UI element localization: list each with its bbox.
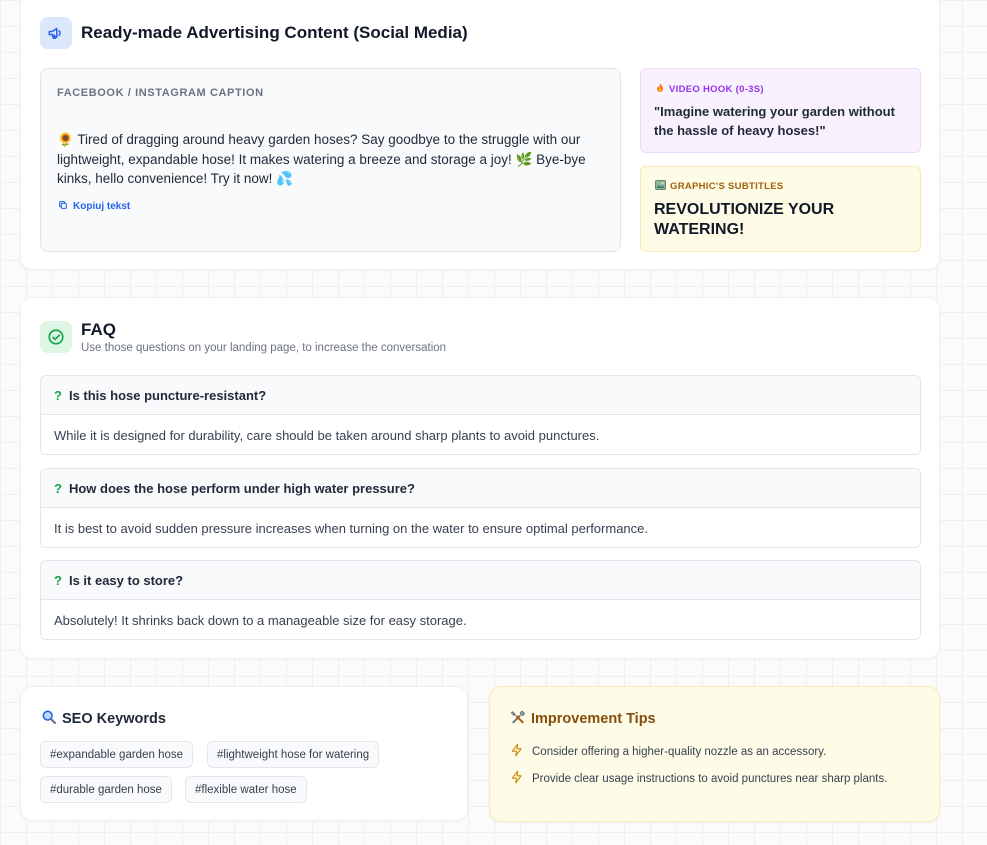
seo-keywords-card: SEO Keywords #expandable garden hose #li… [20, 686, 468, 821]
faq-question: Is this hose puncture-resistant? [68, 387, 267, 403]
picture-icon [655, 180, 666, 193]
keyword-tag[interactable]: #lightweight hose for watering [207, 741, 380, 768]
keyword-tag[interactable]: #durable garden hose [40, 776, 172, 803]
tips-title: Improvement Tips [531, 711, 656, 727]
faq-item[interactable]: ? Is it easy to store? Absolutely! It sh… [40, 560, 921, 640]
faq-question-row: ? Is it easy to store? [41, 561, 920, 600]
faq-subtitle: Use those questions on your landing page… [81, 342, 447, 354]
caption-text: 🌻 Tired of dragging around heavy garden … [57, 132, 586, 186]
faq-question-row: ? How does the hose perform under high w… [41, 469, 920, 508]
question-mark-icon: ? [54, 572, 62, 588]
megaphone-icon [40, 17, 72, 49]
tip-text: Provide clear usage instructions to avoi… [532, 772, 888, 785]
ad-content-title: Ready-made Advertising Content (Social M… [81, 23, 468, 42]
check-circle-icon [40, 321, 72, 353]
tip-item: Provide clear usage instructions to avoi… [510, 769, 887, 788]
video-hook-box: VIDEO HOOK (0-3S) "Imagine watering your… [640, 68, 921, 153]
caption-label: FACEBOOK / INSTAGRAM CAPTION [57, 87, 264, 99]
faq-question-row: ? Is this hose puncture-resistant? [41, 376, 920, 415]
faq-question: How does the hose perform under high wat… [68, 480, 415, 496]
video-hook-label-row: VIDEO HOOK (0-3S) [655, 82, 764, 96]
tools-icon [510, 709, 526, 729]
lightning-icon [510, 769, 524, 788]
video-hook-label: VIDEO HOOK (0-3S) [669, 83, 764, 95]
faq-answer: It is best to avoid sudden pressure incr… [54, 520, 648, 536]
tip-item: Consider offering a higher-quality nozzl… [510, 742, 826, 761]
magnifier-icon [41, 709, 57, 729]
faq-answer: While it is designed for durability, car… [54, 427, 600, 443]
ad-content-card: Ready-made Advertising Content (Social M… [20, 0, 940, 270]
seo-title-row: SEO Keywords [41, 709, 166, 729]
faq-item[interactable]: ? How does the hose perform under high w… [40, 468, 921, 548]
graphic-subtitles-text: REVOLUTIONIZE YOUR WATERING! [654, 201, 835, 238]
copy-text-button[interactable]: Kopiuj tekst [58, 200, 130, 213]
tips-title-row: Improvement Tips [510, 709, 656, 729]
improvement-tips-card: Improvement Tips Consider offering a hig… [489, 686, 940, 822]
faq-item[interactable]: ? Is this hose puncture-resistant? While… [40, 375, 921, 455]
keyword-tag[interactable]: #flexible water hose [185, 776, 307, 803]
keyword-tag[interactable]: #expandable garden hose [40, 741, 194, 768]
copy-icon [58, 200, 68, 213]
graphic-subtitles-label-row: GRAPHIC'S SUBTITLES [655, 180, 784, 193]
faq-question: Is it easy to store? [68, 572, 184, 588]
faq-answer: Absolutely! It shrinks back down to a ma… [54, 612, 467, 628]
video-hook-text: "Imagine watering your garden without th… [654, 104, 895, 138]
seo-title: SEO Keywords [62, 711, 166, 727]
question-mark-icon: ? [54, 480, 62, 496]
fire-icon [655, 82, 665, 96]
lightning-icon [510, 742, 524, 761]
faq-card: FAQ Use those questions on your landing … [20, 297, 940, 659]
graphic-subtitles-label: GRAPHIC'S SUBTITLES [670, 181, 784, 192]
copy-text-label: Kopiuj tekst [73, 201, 131, 212]
graphic-subtitles-box: GRAPHIC'S SUBTITLES REVOLUTIONIZE YOUR W… [640, 166, 921, 252]
question-mark-icon: ? [54, 387, 62, 403]
caption-box: FACEBOOK / INSTAGRAM CAPTION 🌻 Tired of … [40, 68, 621, 252]
tip-text: Consider offering a higher-quality nozzl… [532, 745, 827, 758]
faq-title: FAQ [81, 320, 116, 339]
